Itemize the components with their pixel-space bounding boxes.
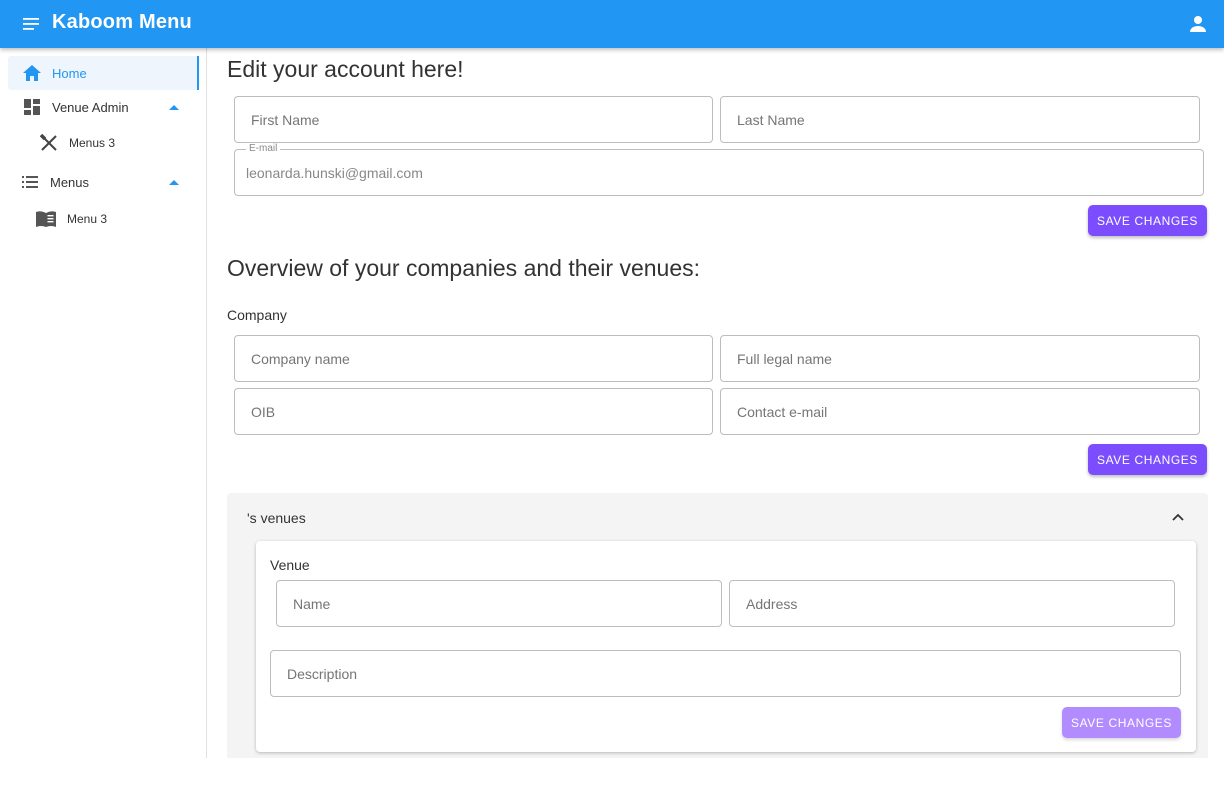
caret-up-icon bbox=[169, 180, 179, 185]
last-name-field[interactable] bbox=[720, 96, 1200, 143]
caret-up-icon bbox=[169, 105, 179, 110]
list-icon bbox=[20, 172, 40, 192]
dashboard-icon bbox=[22, 97, 42, 117]
hamburger-menu-icon[interactable] bbox=[20, 13, 42, 35]
contact-email-input[interactable] bbox=[721, 389, 1199, 434]
account-heading: Edit your account here! bbox=[227, 56, 464, 82]
oib-field[interactable] bbox=[234, 388, 713, 435]
app-bar: Kaboom Menu bbox=[0, 0, 1224, 48]
venues-expansion-panel: 's venues Venue SAVE CHANGES bbox=[227, 493, 1208, 758]
home-icon bbox=[22, 63, 42, 83]
sidebar-item-label: Home bbox=[52, 66, 87, 81]
venue-name-field[interactable] bbox=[276, 580, 722, 627]
menu-book-icon bbox=[36, 209, 56, 229]
venues-panel-title[interactable]: 's venues bbox=[247, 510, 306, 526]
venue-description-field[interactable] bbox=[270, 650, 1181, 697]
sidebar-item-label: Menus bbox=[50, 175, 90, 190]
contact-email-field[interactable] bbox=[720, 388, 1200, 435]
sidebar-item-label: Menus 3 bbox=[69, 136, 116, 150]
venue-name-input[interactable] bbox=[277, 581, 721, 626]
save-venue-button[interactable]: SAVE CHANGES bbox=[1062, 707, 1181, 738]
sidebar-item-menus-3[interactable]: Menus 3 bbox=[30, 130, 199, 156]
last-name-input[interactable] bbox=[721, 97, 1199, 142]
company-name-field[interactable] bbox=[234, 335, 713, 382]
venue-address-input[interactable] bbox=[730, 581, 1174, 626]
companies-heading: Overview of your companies and their ven… bbox=[227, 255, 701, 281]
account-icon[interactable] bbox=[1186, 12, 1210, 36]
venue-section-label: Venue bbox=[270, 557, 310, 573]
oib-input[interactable] bbox=[235, 389, 712, 434]
fork-knife-icon bbox=[39, 133, 59, 153]
first-name-input[interactable] bbox=[235, 97, 712, 142]
chevron-up-icon[interactable] bbox=[1170, 509, 1186, 525]
legal-name-field[interactable] bbox=[720, 335, 1200, 382]
sidebar-item-label: Venue Admin bbox=[52, 100, 129, 115]
sidebar-item-menu-3[interactable]: Menu 3 bbox=[30, 206, 199, 232]
venue-address-field[interactable] bbox=[729, 580, 1175, 627]
company-name-input[interactable] bbox=[235, 336, 712, 381]
sidebar-item-home[interactable]: Home bbox=[8, 56, 199, 90]
first-name-field[interactable] bbox=[234, 96, 713, 143]
venue-card: Venue SAVE CHANGES bbox=[256, 541, 1196, 752]
sidebar-item-label: Menu 3 bbox=[67, 212, 108, 226]
email-field[interactable]: E-mail bbox=[234, 143, 1204, 196]
main-content: Edit your account here! E-mail SAVE CHAN… bbox=[208, 48, 1224, 758]
sidebar-item-menus[interactable]: Menus bbox=[8, 169, 199, 195]
sidebar: Home Venue Admin Menus 3 Menus Menu 3 bbox=[0, 48, 207, 758]
save-company-button[interactable]: SAVE CHANGES bbox=[1088, 444, 1207, 475]
venue-description-input[interactable] bbox=[271, 651, 1180, 696]
sidebar-item-venue-admin[interactable]: Venue Admin bbox=[8, 94, 199, 120]
save-account-button[interactable]: SAVE CHANGES bbox=[1088, 205, 1207, 236]
app-title: Kaboom Menu bbox=[52, 11, 192, 33]
legal-name-input[interactable] bbox=[721, 336, 1199, 381]
email-input[interactable] bbox=[235, 150, 1203, 195]
company-section-label: Company bbox=[227, 307, 287, 323]
